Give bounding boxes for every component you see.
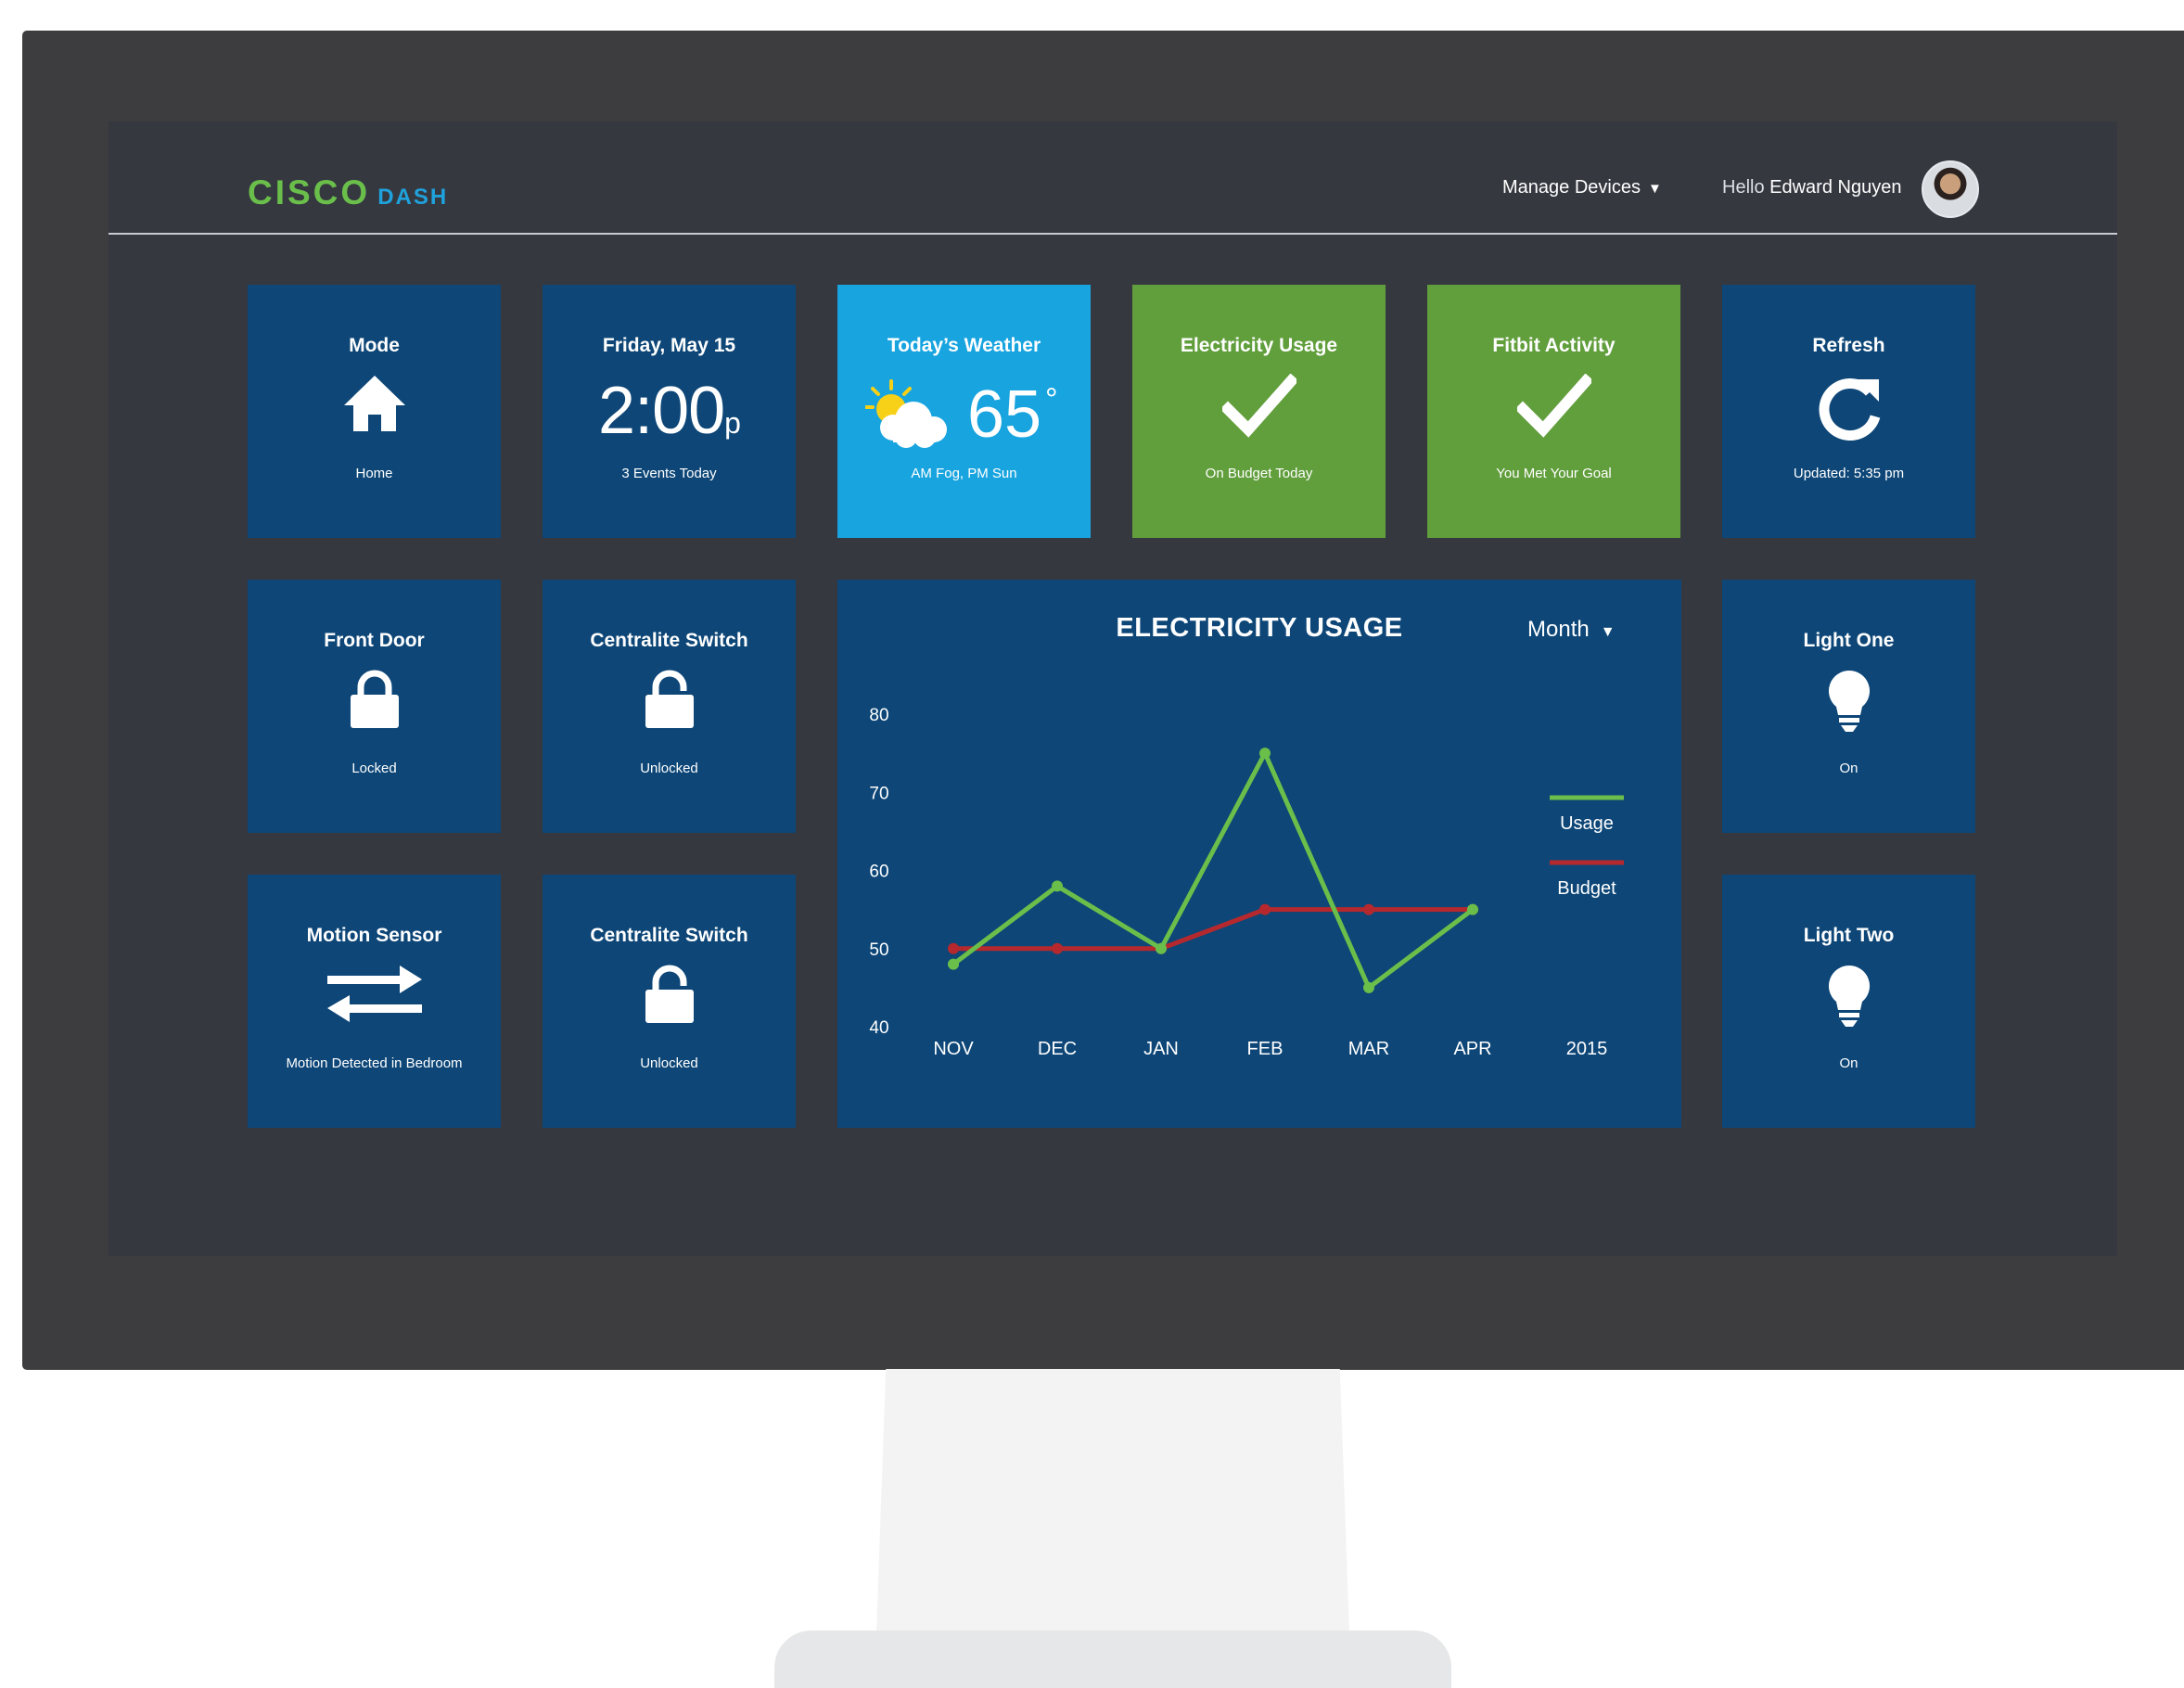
- tile-title: Today’s Weather: [887, 335, 1041, 356]
- x-tick-label: FEB: [1247, 1039, 1284, 1059]
- degree-symbol: °: [1045, 382, 1058, 417]
- logo[interactable]: CISCO DASH: [248, 173, 448, 212]
- tile-subtitle: Locked: [351, 761, 397, 776]
- data-point-usage: [1156, 942, 1167, 954]
- tile-front-door[interactable]: Front Door Locked: [248, 580, 501, 833]
- caret-down-icon: ▼: [1647, 181, 1662, 197]
- electricity-chart-panel: ELECTRICITY USAGE Month ▼ 40 50 60 70 80 NOV DE…: [837, 580, 1681, 1128]
- data-point-usage: [948, 958, 959, 970]
- tile-title: Front Door: [324, 630, 425, 651]
- tile-subtitle: 3 Events Today: [621, 466, 717, 481]
- data-point-usage: [1259, 748, 1271, 760]
- tile-subtitle: On: [1839, 1055, 1858, 1071]
- clock-time: 2:00p: [543, 374, 796, 460]
- tile-title: Refresh: [1812, 335, 1885, 356]
- data-point-budget: [1259, 903, 1271, 915]
- tile-title: Electricity Usage: [1180, 335, 1338, 356]
- partly-cloudy-icon: [865, 379, 947, 448]
- tile-centralite-switch-2[interactable]: Centralite Switch Unlocked: [543, 875, 796, 1128]
- data-point-usage: [1467, 903, 1478, 915]
- data-point-usage: [1052, 880, 1063, 892]
- tile-title: Centralite Switch: [590, 630, 748, 651]
- unlock-icon: [645, 965, 694, 1023]
- tile-light-two[interactable]: Light Two On: [1722, 875, 1975, 1128]
- y-tick-label: 40: [869, 1018, 888, 1038]
- unlock-icon: [645, 670, 694, 728]
- x-tick-label: DEC: [1038, 1039, 1077, 1059]
- legend-label: Usage: [1560, 813, 1614, 834]
- tile-subtitle: Unlocked: [640, 1055, 698, 1071]
- top-bar: CISCO DASH Manage Devices ▼ Hello Edward N…: [109, 121, 2117, 235]
- tile-mode[interactable]: Mode Home: [248, 285, 501, 538]
- tile-refresh[interactable]: Refresh Updated: 5:35 pm: [1722, 285, 1975, 538]
- greeting-hello: Hello: [1722, 177, 1765, 198]
- series-line-budget: [953, 907, 1473, 952]
- tile-subtitle: Home: [355, 466, 393, 481]
- home-icon: [343, 376, 405, 431]
- y-tick-label: 60: [869, 863, 888, 882]
- year-label: 2015: [1566, 1039, 1608, 1059]
- lock-icon: [350, 670, 399, 728]
- x-tick-label: MAR: [1348, 1039, 1389, 1059]
- time-value: 2:00: [598, 374, 725, 448]
- tile-subtitle: Unlocked: [640, 761, 698, 776]
- logo-cisco-text: CISCO: [248, 173, 371, 211]
- lightbulb-icon: [1828, 965, 1870, 1027]
- motion-arrows-icon: [326, 965, 422, 1022]
- tile-title: Friday, May 15: [602, 335, 736, 356]
- tile-electricity-usage[interactable]: Electricity Usage On Budget Today: [1132, 285, 1386, 538]
- data-point-budget: [948, 942, 959, 954]
- tile-subtitle: On: [1839, 761, 1858, 776]
- tile-subtitle: Updated: 5:35 pm: [1793, 466, 1905, 481]
- time-ampm: p: [724, 406, 741, 440]
- data-point-budget: [1363, 903, 1374, 915]
- tile-title: Light Two: [1803, 925, 1895, 946]
- tile-centralite-switch-1[interactable]: Centralite Switch Unlocked: [543, 580, 796, 833]
- tile-subtitle: You Met Your Goal: [1496, 466, 1612, 481]
- tile-motion-sensor[interactable]: Motion Sensor Motion Detected in Bedroom: [248, 875, 501, 1128]
- monitor-stand-base: [774, 1630, 1451, 1688]
- tile-weather[interactable]: Today’s Weather 65 ° AM Fog, PM Sun: [837, 285, 1091, 538]
- user-name: Edward Nguyen: [1769, 177, 1902, 198]
- x-tick-label: NOV: [933, 1039, 974, 1059]
- refresh-icon: [1819, 378, 1880, 441]
- series-line-usage: [952, 748, 1475, 991]
- x-tick-label: JAN: [1143, 1039, 1179, 1059]
- avatar[interactable]: [1922, 160, 1979, 218]
- logo-dash-text: DASH: [377, 185, 449, 210]
- temperature-value: 65: [967, 377, 1042, 452]
- data-point-usage: [1363, 981, 1374, 993]
- y-tick-label: 50: [869, 940, 888, 960]
- data-point-budget: [1052, 942, 1063, 954]
- monitor-stand: [876, 1369, 1349, 1633]
- tile-subtitle: AM Fog, PM Sun: [911, 466, 1017, 481]
- tile-title: Light One: [1803, 630, 1895, 651]
- tile-light-one[interactable]: Light One On: [1722, 580, 1975, 833]
- electricity-line-chart: 40 50 60 70 80 NOV DEC JAN FEB MAR APR 2015 Usage Bud…: [869, 706, 1624, 1059]
- tile-title: Mode: [349, 335, 400, 356]
- tile-subtitle: Motion Detected in Bedroom: [286, 1055, 463, 1071]
- y-tick-label: 80: [869, 706, 888, 725]
- temperature: 65 °: [967, 377, 1058, 452]
- tile-subtitle: On Budget Today: [1205, 466, 1313, 481]
- check-icon: [1516, 374, 1591, 438]
- tile-fitbit-activity[interactable]: Fitbit Activity You Met Your Goal: [1427, 285, 1680, 538]
- tile-date[interactable]: Friday, May 15 2:00p 3 Events Today: [543, 285, 796, 538]
- tile-title: Centralite Switch: [590, 925, 748, 946]
- manage-devices-label: Manage Devices: [1502, 177, 1641, 198]
- tile-title: Fitbit Activity: [1492, 335, 1616, 356]
- manage-devices-dropdown[interactable]: Manage Devices ▼: [1502, 177, 1662, 198]
- y-tick-label: 70: [869, 784, 888, 803]
- tile-title: Motion Sensor: [306, 925, 442, 946]
- legend-label: Budget: [1557, 878, 1616, 899]
- lightbulb-icon: [1828, 671, 1870, 732]
- x-tick-label: APR: [1453, 1039, 1491, 1059]
- dashboard-screen: CISCO DASH Manage Devices ▼ Hello Edward N…: [109, 121, 2117, 1256]
- check-icon: [1221, 374, 1296, 438]
- user-greeting: Hello Edward Nguyen: [1722, 177, 1901, 198]
